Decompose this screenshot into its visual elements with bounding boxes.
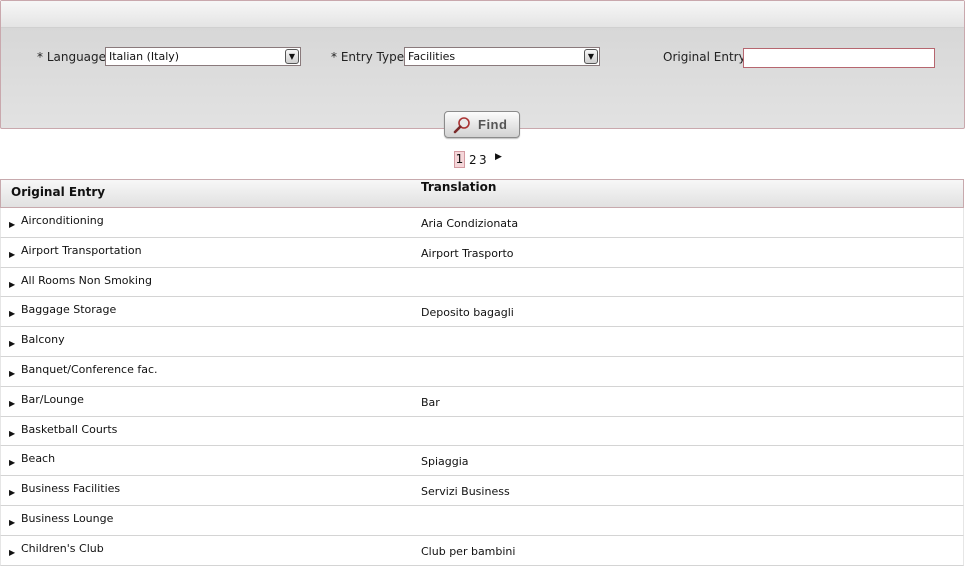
entry-type-label: * Entry Type: <box>331 50 409 64</box>
table-row[interactable]: ▶ All Rooms Non Smoking <box>0 267 964 298</box>
entry-type-select[interactable]: Facilities ▼ <box>404 47 600 66</box>
translation-cell: Aria Condizionata <box>421 217 519 230</box>
original-entry-cell: Basketball Courts <box>21 422 118 436</box>
table-row[interactable]: ▶ Basketball Courts <box>0 416 964 447</box>
entry-type-select-value: Facilities <box>408 50 456 63</box>
original-entry-cell: Children's Club <box>21 541 104 555</box>
table-row[interactable]: ▶ Business Lounge <box>0 505 964 536</box>
original-entry-input[interactable] <box>743 48 935 68</box>
triangle-right-icon[interactable]: ▶ <box>9 220 15 229</box>
triangle-right-icon[interactable]: ▶ <box>9 488 15 497</box>
original-entry-cell: Business Lounge <box>21 511 114 525</box>
original-entry-cell: Banquet/Conference fac. <box>21 362 158 376</box>
table-row[interactable]: ▶ Baggage Storage Deposito bagagli <box>0 297 964 328</box>
triangle-right-icon[interactable]: ▶ <box>9 280 15 289</box>
triangle-right-icon[interactable]: ▶ <box>9 369 15 378</box>
magnifier-icon <box>453 117 470 134</box>
find-button[interactable]: Find <box>444 111 520 138</box>
table-row[interactable]: ▶ Airconditioning Aria Condizionata <box>0 208 964 238</box>
triangle-right-icon[interactable]: ▶ <box>9 518 15 527</box>
triangle-right-icon[interactable]: ▶ <box>9 309 15 318</box>
table-row[interactable]: ▶ Banquet/Conference fac. <box>0 356 964 387</box>
original-entry-cell: Airconditioning <box>21 214 104 227</box>
translation-cell: Club per bambini <box>421 544 516 558</box>
table-row[interactable]: ▶ Bar/Lounge Bar <box>0 386 964 417</box>
translation-cell: Bar <box>421 395 440 409</box>
table-row[interactable]: ▶ Beach Spiaggia <box>0 446 964 477</box>
triangle-right-icon[interactable]: ▶ <box>9 429 15 438</box>
original-entry-cell: Bar/Lounge <box>21 392 84 406</box>
search-panel-header-band <box>1 1 964 28</box>
find-button-label: Find <box>478 117 508 132</box>
dropdown-arrow-icon[interactable]: ▼ <box>285 49 299 64</box>
original-entry-cell: Baggage Storage <box>21 303 117 317</box>
table-row[interactable]: ▶ Business Facilities Servizi Business <box>0 476 964 506</box>
table-body: ▶ Airconditioning Aria Condizionata ▶ Airpor… <box>0 208 964 566</box>
translation-cell: Deposito bagagli <box>421 306 514 320</box>
search-panel: * Language: Italian (Italy) ▼ * Entry Ty… <box>0 0 965 129</box>
triangle-right-icon[interactable]: ▶ <box>9 339 15 348</box>
translation-cell: Airport Trasporto <box>421 246 514 260</box>
next-page-icon[interactable]: ▶ <box>495 152 502 162</box>
page-current[interactable]: 1 <box>454 151 465 168</box>
triangle-right-icon[interactable]: ▶ <box>9 548 15 557</box>
original-entry-cell: Beach <box>21 452 56 466</box>
language-select-value: Italian (Italy) <box>109 50 180 63</box>
translations-table: Original Entry Translation ▶ Aircondition… <box>0 179 964 566</box>
original-entry-label: Original Entry: <box>663 50 749 64</box>
dropdown-arrow-icon[interactable]: ▼ <box>584 49 598 64</box>
original-entry-cell: Business Facilities <box>21 482 121 496</box>
language-label: * Language: <box>37 50 111 64</box>
table-row[interactable]: ▶ Children's Club Club per bambini <box>0 535 964 566</box>
page-link-3[interactable]: 3 <box>479 153 487 167</box>
table-header: Original Entry Translation <box>0 179 964 208</box>
original-entry-cell: All Rooms Non Smoking <box>21 273 152 287</box>
translation-cell: Spiaggia <box>421 455 469 469</box>
column-header-translation: Translation <box>421 180 497 194</box>
original-entry-cell: Balcony <box>21 333 65 347</box>
column-header-original-entry: Original Entry <box>11 185 106 199</box>
translation-cell: Servizi Business <box>421 485 510 499</box>
table-row[interactable]: ▶ Airport Transportation Airport Trasporto <box>0 237 964 268</box>
table-row[interactable]: ▶ Balcony <box>0 327 964 357</box>
page-link-2[interactable]: 2 <box>469 153 477 167</box>
triangle-right-icon[interactable]: ▶ <box>9 250 15 259</box>
original-entry-cell: Airport Transportation <box>21 243 142 257</box>
triangle-right-icon[interactable]: ▶ <box>9 458 15 467</box>
language-select[interactable]: Italian (Italy) ▼ <box>105 47 301 66</box>
triangle-right-icon[interactable]: ▶ <box>9 399 15 408</box>
